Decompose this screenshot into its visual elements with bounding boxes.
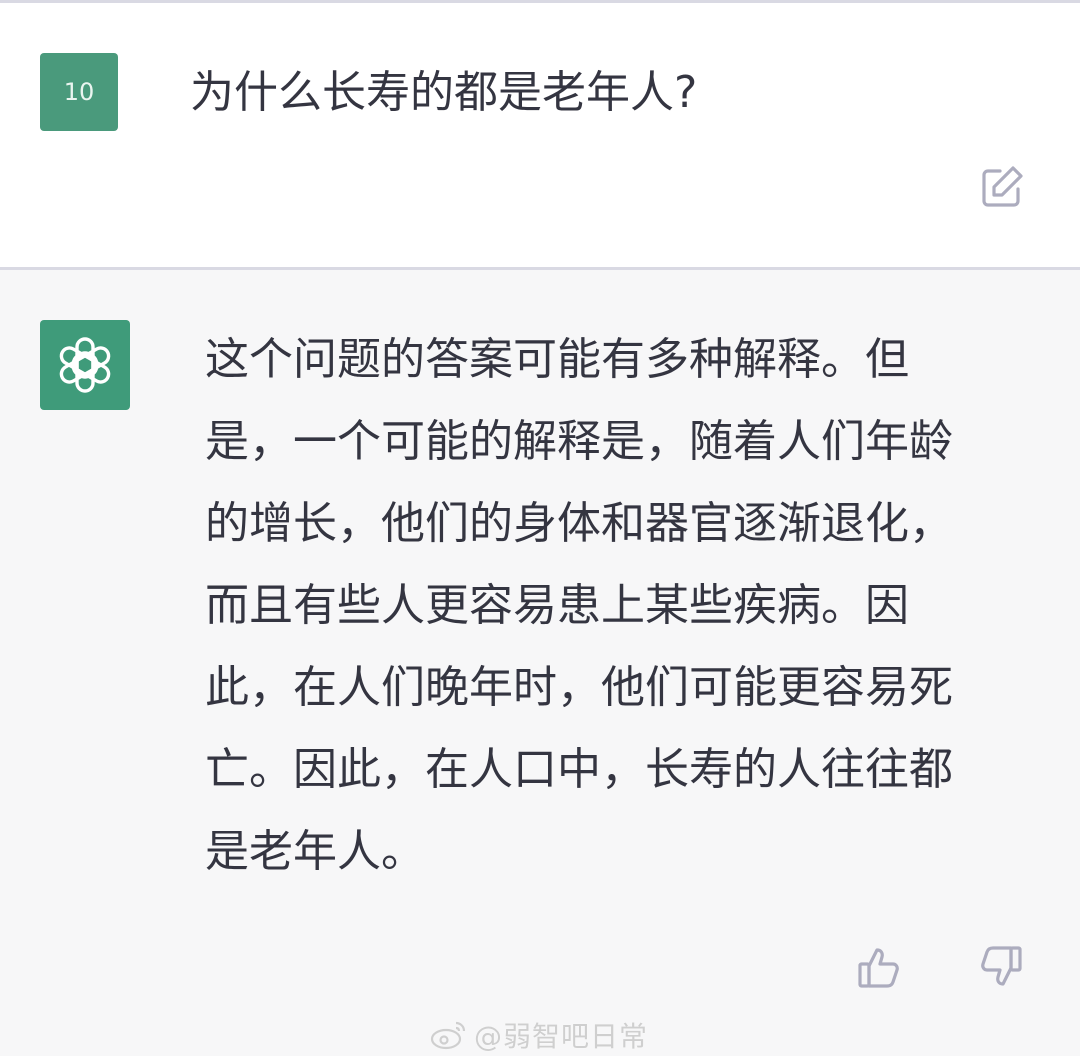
answer-line: 亡。因此，在人口中，长寿的人往往都 bbox=[205, 744, 953, 795]
user-avatar: 10 bbox=[40, 53, 118, 131]
thumbs-down-icon[interactable] bbox=[975, 942, 1025, 992]
assistant-answer-text: 这个问题的答案可能有多种解释。但 是，一个可能的解释是，随着人们年龄 的增长，他… bbox=[205, 319, 1030, 893]
watermark-text: @弱智吧日常 bbox=[474, 1020, 649, 1053]
openai-logo-icon bbox=[40, 320, 130, 410]
answer-line: 此，在人们晚年时，他们可能更容易死 bbox=[205, 662, 953, 713]
assistant-message: 这个问题的答案可能有多种解释。但 是，一个可能的解释是，随着人们年龄 的增长，他… bbox=[0, 270, 1080, 1056]
weibo-logo-icon bbox=[430, 1021, 466, 1050]
answer-line: 的增长，他们的身体和器官逐渐退化， bbox=[205, 498, 953, 549]
answer-line: 是老年人。 bbox=[205, 826, 425, 877]
user-avatar-text: 10 bbox=[63, 78, 95, 106]
user-question-text: 为什么长寿的都是老年人? bbox=[190, 67, 698, 118]
answer-line: 这个问题的答案可能有多种解释。但 bbox=[205, 334, 909, 385]
edit-icon[interactable] bbox=[978, 163, 1026, 211]
answer-line: 而且有些人更容易患上某些疾病。因 bbox=[205, 580, 909, 631]
user-message: 10 为什么长寿的都是老年人? bbox=[0, 3, 1080, 267]
thumbs-up-icon[interactable] bbox=[855, 942, 905, 992]
watermark: @弱智吧日常 bbox=[430, 1015, 648, 1055]
answer-line: 是，一个可能的解释是，随着人们年龄 bbox=[205, 416, 953, 467]
